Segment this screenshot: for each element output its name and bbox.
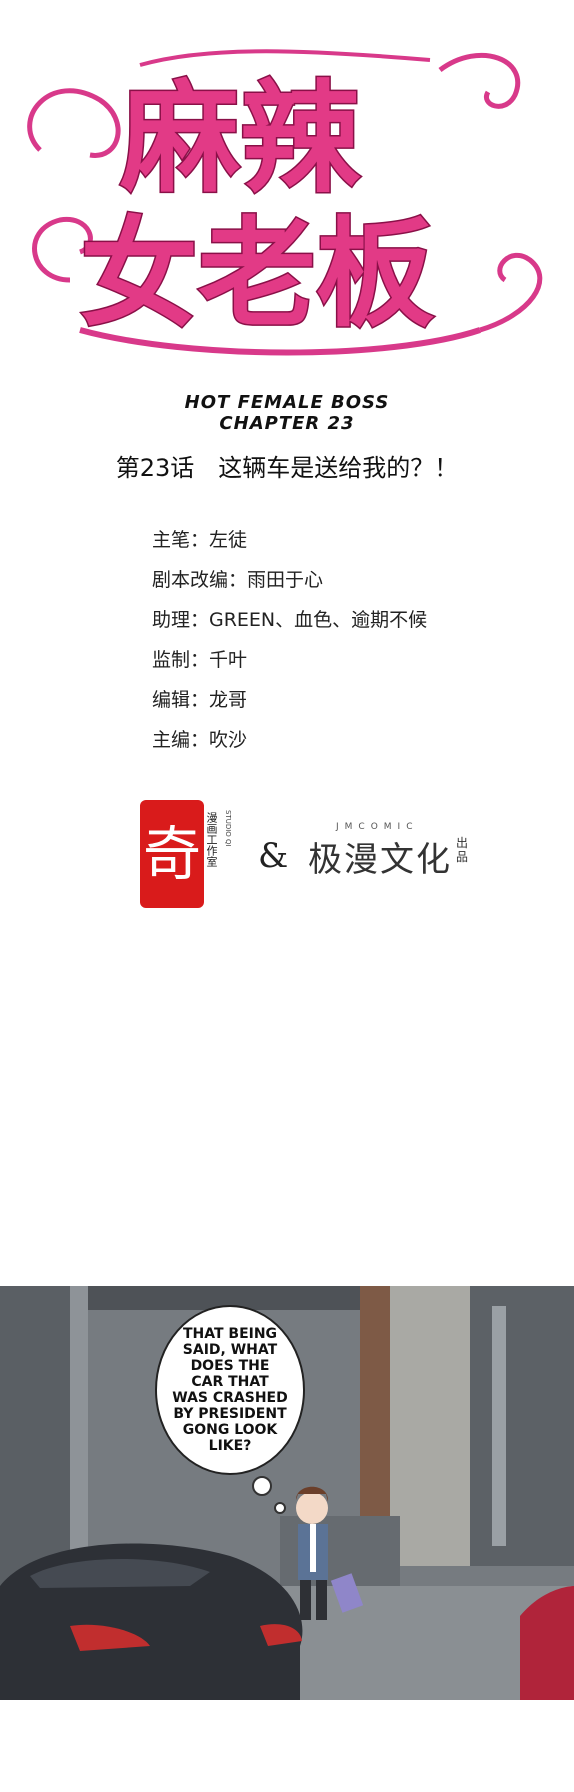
comic-title-logo: 麻辣 女老板 <box>10 30 565 380</box>
bubble-line: DOES THE <box>190 1358 270 1374</box>
bubble-line: WAS CRASHED <box>172 1390 288 1406</box>
studio-logos: 奇 漫画工作室 STUDIO QI & JMCOMIC 极漫文化 出品 <box>140 800 480 920</box>
logo-line2: 女老板 <box>80 204 434 343</box>
chapter-english: CHAPTER 23 <box>219 413 355 434</box>
credit-line: 剧本改编：雨田于心 <box>152 569 324 591</box>
credit-line: 助理：GREEN、血色、逾期不候 <box>152 609 428 631</box>
bubble-line: SAID, WHAT <box>182 1342 278 1358</box>
logo-line1: 麻辣 <box>120 68 361 209</box>
bubble-line: BY PRESIDENT <box>173 1406 287 1422</box>
credit-line: 主笔：左徒 <box>152 529 248 551</box>
jmcomic-name: 极漫文化 <box>308 840 452 880</box>
credit-line: 监制：千叶 <box>152 649 248 671</box>
jmcomic-small-text: JMCOMIC <box>336 822 419 832</box>
comic-page: 麻辣 女老板 HOT FEMALE BOSS CHAPTER 23 第23话 这… <box>0 0 574 1792</box>
title-english: HOT FEMALE BOSS <box>184 392 390 413</box>
credit-line: 编辑：龙哥 <box>152 689 248 711</box>
chapter-chinese: 第23话 这辆车是送给我的？！ <box>115 454 459 482</box>
jmcomic-logo: JMCOMIC 极漫文化 出品 <box>308 822 470 881</box>
bubble-line: CAR THAT <box>191 1374 269 1390</box>
studio-seal-logo: 奇 <box>140 800 204 908</box>
seal-side-text: 漫画工作室 <box>205 812 218 867</box>
speech-bubble-text: THAT BEING SAID, WHAT DOES THE CAR THAT … <box>152 1326 308 1454</box>
credits-list: 主笔：左徒 剧本改编：雨田于心 助理：GREEN、血色、逾期不候 监制：千叶 编… <box>152 520 427 760</box>
speech-bubble: THAT BEING SAID, WHAT DOES THE CAR THAT … <box>152 1302 308 1478</box>
presents-label: 出品 <box>456 836 469 864</box>
bubble-line: GONG LOOK <box>182 1422 278 1438</box>
ampersand: & <box>258 836 289 876</box>
bubble-line: LIKE? <box>208 1438 252 1454</box>
logo-art: 麻辣 女老板 <box>27 49 543 356</box>
credit-line: 主编：吹沙 <box>152 729 248 751</box>
seal-side-small-text: STUDIO QI <box>224 810 232 847</box>
bubble-line: THAT BEING <box>182 1326 278 1342</box>
